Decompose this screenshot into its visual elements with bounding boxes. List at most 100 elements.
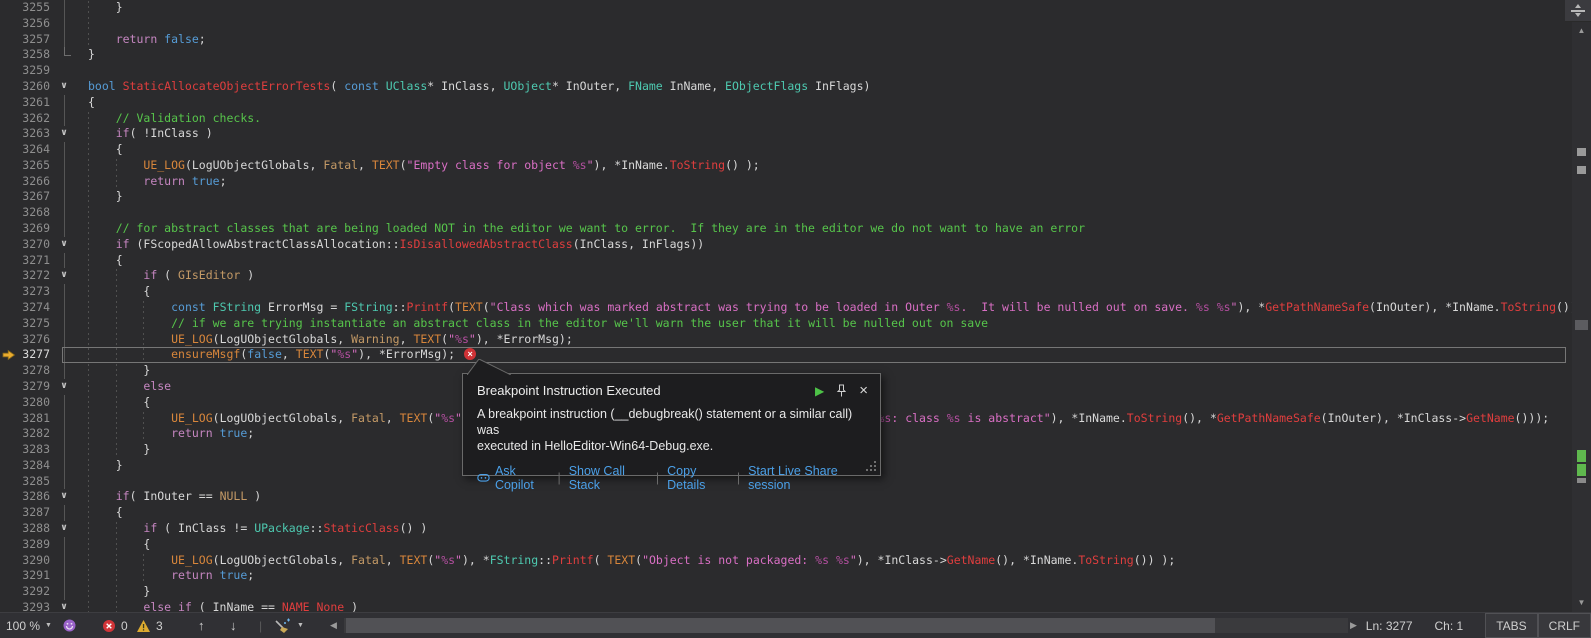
line-number[interactable]: 3290 bbox=[0, 553, 50, 569]
hscroll-right-icon[interactable]: ▶ bbox=[1350, 613, 1357, 638]
hscroll-thumb[interactable] bbox=[346, 618, 1215, 633]
line-number[interactable]: 3255 bbox=[0, 0, 50, 16]
line-number[interactable]: 3266 bbox=[0, 174, 50, 190]
code-line-3289[interactable]: 3289 { bbox=[0, 537, 1572, 553]
code-line-3272[interactable]: 3272∨ if ( GIsEditor ) bbox=[0, 268, 1572, 284]
line-number[interactable]: 3293 bbox=[0, 600, 50, 612]
fold-chevron-icon[interactable]: ∨ bbox=[57, 79, 71, 95]
line-number[interactable]: 3264 bbox=[0, 142, 50, 158]
code-line-3257[interactable]: 3257 return false; bbox=[0, 32, 1572, 48]
code-line-3255[interactable]: 3255 } bbox=[0, 0, 1572, 16]
code-line-3270[interactable]: 3270∨ if (FScopedAllowAbstractClassAlloc… bbox=[0, 237, 1572, 253]
code-line-3273[interactable]: 3273 { bbox=[0, 284, 1572, 300]
code-line-3287[interactable]: 3287 { bbox=[0, 505, 1572, 521]
pin-icon[interactable] bbox=[836, 384, 847, 397]
code-line-3269[interactable]: 3269 // for abstract classes that are be… bbox=[0, 221, 1572, 237]
code-line-3264[interactable]: 3264 { bbox=[0, 142, 1572, 158]
code-line-3288[interactable]: 3288∨ if ( InClass != UPackage::StaticCl… bbox=[0, 521, 1572, 537]
line-number[interactable]: 3279 bbox=[0, 379, 50, 395]
column-indicator[interactable]: Ch: 1 bbox=[1435, 619, 1464, 633]
line-number[interactable]: 3271 bbox=[0, 253, 50, 269]
line-number[interactable]: 3263 bbox=[0, 126, 50, 142]
popup-action-copy-details[interactable]: Copy Details bbox=[667, 464, 729, 492]
continue-play-icon[interactable]: ▶ bbox=[815, 384, 824, 398]
popup-action-ask-copilot[interactable]: Ask Copilot bbox=[477, 464, 549, 492]
line-number[interactable]: 3267 bbox=[0, 189, 50, 205]
code-line-3259[interactable]: 3259 bbox=[0, 63, 1572, 79]
line-number[interactable]: 3275 bbox=[0, 316, 50, 332]
code-line-3268[interactable]: 3268 bbox=[0, 205, 1572, 221]
resize-grip-icon[interactable] bbox=[865, 460, 877, 472]
line-number[interactable]: 3257 bbox=[0, 32, 50, 48]
fold-chevron-icon[interactable]: ∨ bbox=[57, 600, 71, 612]
tabs-indicator[interactable]: TABS bbox=[1485, 613, 1537, 638]
line-number[interactable]: 3256 bbox=[0, 16, 50, 32]
line-number[interactable]: 3281 bbox=[0, 411, 50, 427]
code-line-3271[interactable]: 3271 { bbox=[0, 253, 1572, 269]
code-line-3275[interactable]: 3275 // if we are trying instantiate an … bbox=[0, 316, 1572, 332]
scrollbar-thumb[interactable] bbox=[1575, 320, 1588, 330]
error-count[interactable]: 0 bbox=[102, 613, 128, 638]
line-number[interactable]: 3276 bbox=[0, 332, 50, 348]
line-number[interactable]: 3265 bbox=[0, 158, 50, 174]
line-number[interactable]: 3282 bbox=[0, 426, 50, 442]
close-icon[interactable]: × bbox=[859, 385, 868, 397]
code-editor-area[interactable]: 3255 }3256 3257 return false;3258}325932… bbox=[0, 0, 1572, 612]
line-indicator[interactable]: Ln: 3277 bbox=[1366, 619, 1413, 633]
eol-indicator[interactable]: CRLF bbox=[1538, 613, 1591, 638]
line-number[interactable]: 3274 bbox=[0, 300, 50, 316]
code-line-3261[interactable]: 3261{ bbox=[0, 95, 1572, 111]
code-cleanup-broom-icon[interactable]: ▼ bbox=[272, 613, 304, 638]
fold-chevron-icon[interactable]: ∨ bbox=[57, 379, 71, 395]
line-number[interactable]: 3289 bbox=[0, 537, 50, 553]
zoom-level-select[interactable]: 100 % ▼ bbox=[6, 613, 52, 638]
line-number[interactable]: 3269 bbox=[0, 221, 50, 237]
next-issue-icon[interactable]: ↓ bbox=[230, 613, 237, 638]
line-number[interactable]: 3286 bbox=[0, 489, 50, 505]
line-number[interactable]: 3287 bbox=[0, 505, 50, 521]
warning-count[interactable]: 3 bbox=[136, 613, 163, 638]
line-number[interactable]: 3278 bbox=[0, 363, 50, 379]
code-line-3274[interactable]: 3274 const FString ErrorMsg = FString::P… bbox=[0, 300, 1572, 316]
code-line-3267[interactable]: 3267 } bbox=[0, 189, 1572, 205]
line-number[interactable]: 3288 bbox=[0, 521, 50, 537]
fold-chevron-icon[interactable]: ∨ bbox=[57, 268, 71, 284]
fold-chevron-icon[interactable]: ∨ bbox=[57, 237, 71, 253]
fold-chevron-icon[interactable]: ∨ bbox=[57, 126, 71, 142]
line-number[interactable]: 3261 bbox=[0, 95, 50, 111]
code-line-3266[interactable]: 3266 return true; bbox=[0, 174, 1572, 190]
splitter-grip-icon[interactable] bbox=[1565, 0, 1591, 22]
line-number[interactable]: 3268 bbox=[0, 205, 50, 221]
line-number[interactable]: 3283 bbox=[0, 442, 50, 458]
fold-chevron-icon[interactable]: ∨ bbox=[57, 489, 71, 505]
code-line-3290[interactable]: 3290 UE_LOG(LogUObjectGlobals, Fatal, TE… bbox=[0, 553, 1572, 569]
scroll-up-icon[interactable]: ▲ bbox=[1572, 26, 1591, 35]
line-number[interactable]: 3291 bbox=[0, 568, 50, 584]
hscroll-left-icon[interactable]: ◀ bbox=[330, 613, 337, 638]
previous-issue-icon[interactable]: ↑ bbox=[198, 613, 205, 638]
line-number[interactable]: 3270 bbox=[0, 237, 50, 253]
code-line-3276[interactable]: 3276 UE_LOG(LogUObjectGlobals, Warning, … bbox=[0, 332, 1572, 348]
popup-action-show-call-stack[interactable]: Show Call Stack bbox=[569, 464, 648, 492]
document-health-icon[interactable] bbox=[62, 613, 77, 638]
line-number[interactable]: 3272 bbox=[0, 268, 50, 284]
code-line-3263[interactable]: 3263∨ if( !InClass ) bbox=[0, 126, 1572, 142]
code-line-3262[interactable]: 3262 // Validation checks. bbox=[0, 111, 1572, 127]
code-line-3291[interactable]: 3291 return true; bbox=[0, 568, 1572, 584]
scroll-down-icon[interactable]: ▼ bbox=[1572, 598, 1591, 607]
popup-action-start-live-share-session[interactable]: Start Live Share session bbox=[748, 464, 866, 492]
line-number[interactable]: 3273 bbox=[0, 284, 50, 300]
code-line-3265[interactable]: 3265 UE_LOG(LogUObjectGlobals, Fatal, TE… bbox=[0, 158, 1572, 174]
vertical-scrollbar[interactable]: ▲ ▼ bbox=[1572, 0, 1591, 612]
line-number[interactable]: 3284 bbox=[0, 458, 50, 474]
line-number[interactable]: 3277 bbox=[0, 347, 50, 363]
line-number[interactable]: 3285 bbox=[0, 474, 50, 490]
line-number[interactable]: 3292 bbox=[0, 584, 50, 600]
line-number[interactable]: 3259 bbox=[0, 63, 50, 79]
line-number[interactable]: 3262 bbox=[0, 111, 50, 127]
code-line-3258[interactable]: 3258} bbox=[0, 47, 1572, 63]
code-line-3292[interactable]: 3292 } bbox=[0, 584, 1572, 600]
line-number[interactable]: 3260 bbox=[0, 79, 50, 95]
line-number[interactable]: 3280 bbox=[0, 395, 50, 411]
fold-chevron-icon[interactable]: ∨ bbox=[57, 521, 71, 537]
